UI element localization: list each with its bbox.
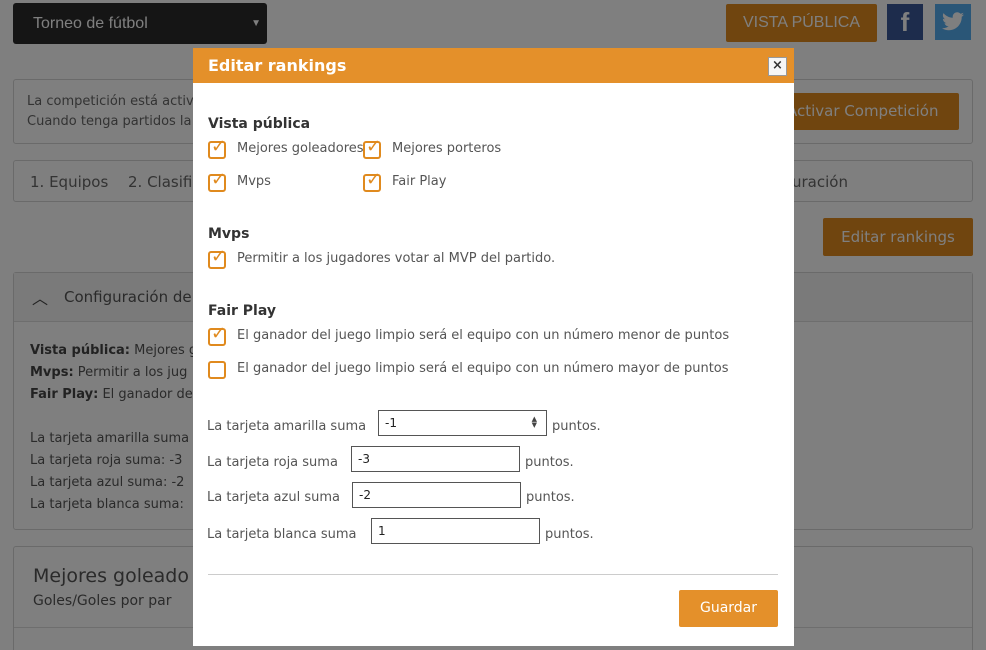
option-label: El ganador del juego limpio será el equi… (237, 361, 729, 376)
roja-input-value: -3 (358, 452, 370, 466)
checkbox-mvps[interactable]: ✓ (208, 170, 226, 192)
roja-unit: puntos. (525, 455, 574, 470)
checkbox-mejores-porteros[interactable]: ✓ (363, 137, 381, 159)
roja-input[interactable]: -3 (351, 446, 520, 472)
option-label: El ganador del juego limpio será el equi… (237, 328, 730, 343)
edit-rankings-modal: Editar rankings × Vista pública ✓ Mejore… (193, 48, 794, 646)
close-icon[interactable]: × (768, 57, 787, 76)
divider (208, 574, 778, 575)
checkbox-fair-play[interactable]: ✓ (363, 170, 381, 192)
option-label: Mejores porteros (392, 141, 502, 156)
checkmark-icon: ✓ (366, 136, 382, 157)
modal-header: Editar rankings × (193, 48, 794, 83)
azul-input[interactable]: -2 (352, 482, 521, 508)
checkbox-fair-higher-points[interactable] (208, 361, 226, 379)
amarilla-input[interactable]: -1 ▲ ▼ (378, 410, 547, 436)
checkmark-icon: ✓ (366, 169, 382, 190)
checkbox-mejores-goleadores[interactable]: ✓ (208, 137, 226, 159)
checkmark-icon: ✓ (211, 136, 227, 157)
azul-unit: puntos. (526, 490, 575, 505)
mvps-heading: Mvps (208, 226, 250, 242)
blanca-input[interactable]: 1 (371, 518, 540, 544)
checkbox-allow-mvp-vote[interactable]: ✓ (208, 247, 226, 269)
option-label: Mejores goleadores (237, 141, 364, 156)
checkmark-icon: ✓ (211, 246, 227, 267)
option-label: Fair Play (392, 174, 447, 189)
checkbox-fair-lower-points[interactable]: ✓ (208, 324, 226, 346)
option-label: Mvps (237, 174, 271, 189)
blanca-input-value: 1 (378, 524, 386, 538)
amarilla-unit: puntos. (552, 419, 601, 434)
vista-publica-heading: Vista pública (208, 116, 311, 132)
blanca-unit: puntos. (545, 527, 594, 542)
checkmark-icon: ✓ (211, 323, 227, 344)
spinner-icon[interactable]: ▲ ▼ (532, 416, 537, 429)
amarilla-label: La tarjeta amarilla suma (207, 419, 367, 434)
option-label: Permitir a los jugadores votar al MVP de… (237, 251, 556, 266)
azul-label: La tarjeta azul suma (207, 490, 340, 505)
modal-title: Editar rankings (208, 56, 347, 75)
roja-label: La tarjeta roja suma (207, 455, 338, 470)
checkmark-icon: ✓ (211, 169, 227, 190)
fair-play-heading: Fair Play (208, 303, 276, 319)
save-button[interactable]: Guardar (679, 590, 778, 627)
azul-input-value: -2 (359, 488, 371, 502)
amarilla-input-value: -1 (385, 416, 397, 430)
blanca-label: La tarjeta blanca suma (207, 527, 357, 542)
